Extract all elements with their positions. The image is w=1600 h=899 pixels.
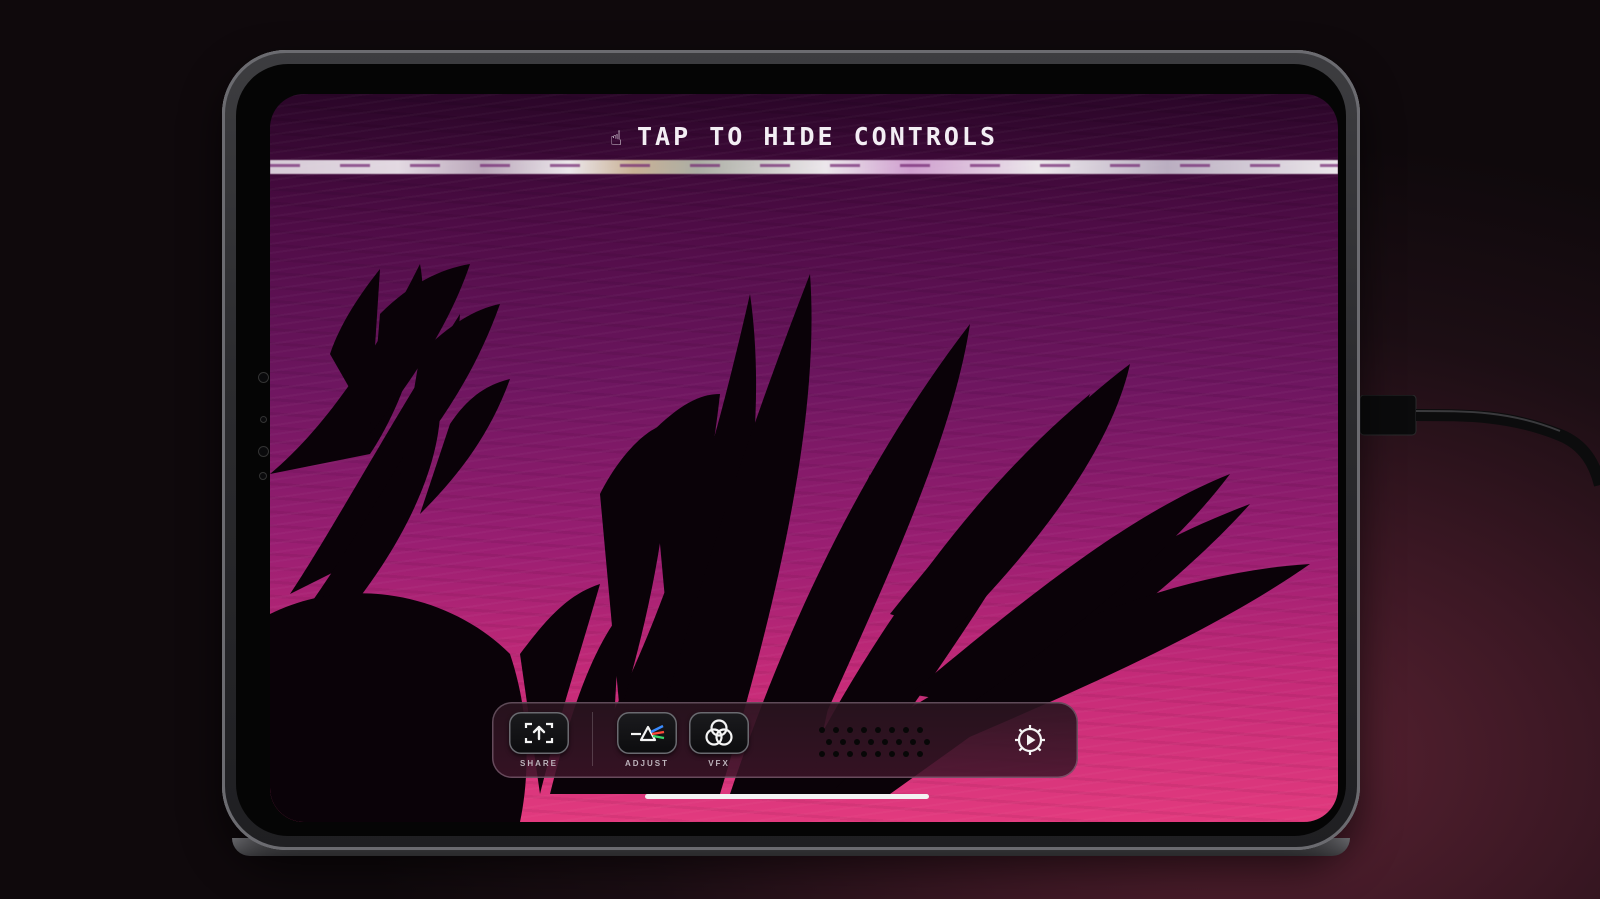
hand-icon: ☝ [609,126,625,150]
home-indicator[interactable] [645,794,929,799]
charging-cable [1360,395,1600,487]
share-button[interactable] [509,712,569,754]
adjust-tool[interactable]: ADJUST [616,712,678,768]
toolbar-divider [592,712,593,766]
video-screen[interactable]: ☝ TAP TO HIDE CONTROLS SHARE ADJUST VFX [270,94,1338,822]
glitch-line [270,160,1338,174]
adjust-prism-icon [631,724,665,742]
adjust-label: ADJUST [624,759,669,768]
hint-text: TAP TO HIDE CONTROLS [637,122,999,151]
vfx-button[interactable] [689,712,749,754]
speaker-grille [819,727,930,757]
vfx-rings-icon [705,719,733,746]
vfx-label: VFX [708,759,730,768]
share-tool[interactable]: SHARE [508,712,570,768]
control-toolbar: SHARE ADJUST VFX [492,702,1078,778]
share-upload-icon [524,722,554,744]
tap-to-hide-hint[interactable]: ☝ TAP TO HIDE CONTROLS [270,122,1338,151]
gear-play-icon[interactable] [1012,722,1048,758]
ipad-device: ☝ TAP TO HIDE CONTROLS SHARE ADJUST VFX [222,50,1360,856]
vfx-tool[interactable]: VFX [688,712,750,768]
share-label: SHARE [519,759,558,768]
ipad-bezel: ☝ TAP TO HIDE CONTROLS SHARE ADJUST VFX [236,64,1346,836]
adjust-button[interactable] [617,712,677,754]
